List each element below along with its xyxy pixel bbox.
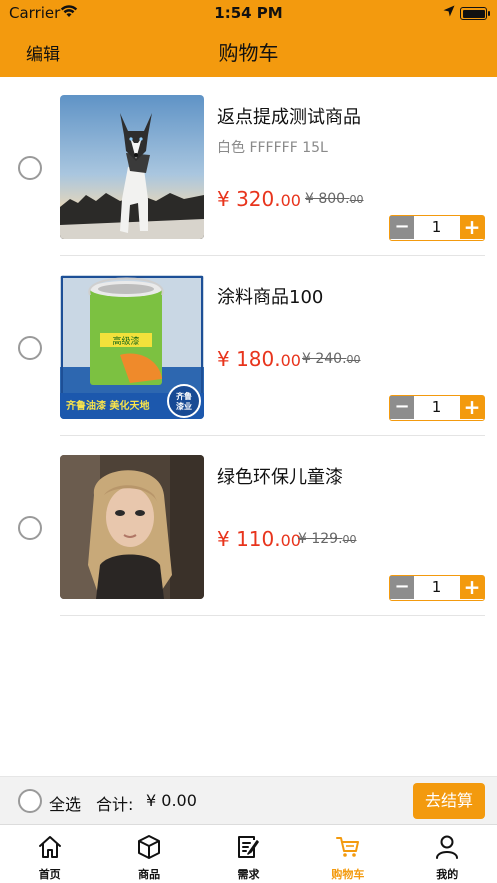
cart-item: 绿色环保儿童漆 ¥ 110.00 ¥ 129.00 − 1 + — [0, 437, 497, 617]
increase-quantity-button[interactable]: + — [460, 216, 484, 239]
product-name: 绿色环保儿童漆 — [217, 467, 343, 488]
increase-quantity-button[interactable]: + — [460, 396, 484, 419]
original-price: ¥ 129.00 — [298, 531, 357, 547]
checkout-bar: 全选 合计: ¥ 0.00 去结算 — [0, 776, 497, 824]
box-icon — [138, 835, 161, 859]
bucket-label-text: 高级漆 — [112, 335, 139, 347]
price-decimal: 00 — [280, 191, 301, 210]
tab-home[interactable]: 首页 — [0, 825, 99, 883]
tab-label: 购物车 — [331, 868, 365, 881]
original-price: ¥ 800.00 — [305, 191, 364, 207]
badge-top-text: 齐鲁 — [175, 391, 192, 401]
top-bar: Carrier 1:54 PM 编辑 购物车 — [0, 0, 497, 77]
product-spec: 白色 FFFFFF 15L — [217, 140, 328, 156]
item-divider — [60, 615, 485, 616]
product-price: ¥ 180.00 — [217, 347, 301, 371]
product-price: ¥ 110.00 — [217, 527, 301, 551]
original-price-decimal: 00 — [346, 353, 361, 366]
husky-photo — [60, 95, 204, 239]
badge-bottom-text: 漆业 — [176, 401, 192, 411]
original-price-integer: ¥ 129. — [298, 531, 343, 547]
decrease-quantity-button[interactable]: − — [390, 576, 414, 599]
price-integer: ¥ 110. — [217, 527, 281, 551]
cart-icon — [335, 837, 359, 857]
decrease-quantity-button[interactable]: − — [390, 216, 414, 239]
quantity-value[interactable]: 1 — [414, 576, 459, 599]
battery-icon — [460, 7, 490, 20]
paint-bucket-photo: 高级漆 齐鲁油漆 美化天地 齐鲁 漆业 — [60, 275, 204, 419]
quantity-stepper: − 1 + — [389, 395, 485, 421]
original-price: ¥ 240.00 — [302, 351, 361, 367]
price-integer: ¥ 180. — [217, 347, 281, 371]
tab-demand[interactable]: 需求 — [199, 825, 298, 883]
checkout-button[interactable]: 去结算 — [413, 783, 485, 819]
page-title: 购物车 — [218, 41, 279, 65]
home-icon — [38, 836, 61, 858]
product-image-husky[interactable] — [60, 95, 204, 239]
tab-label: 首页 — [38, 868, 61, 881]
quantity-value[interactable]: 1 — [414, 216, 459, 239]
quantity-value[interactable]: 1 — [414, 396, 459, 419]
item-select-radio[interactable] — [18, 156, 42, 180]
select-all-radio[interactable] — [18, 789, 42, 813]
product-price: ¥ 320.00 — [217, 187, 301, 211]
item-select-radio[interactable] — [18, 336, 42, 360]
original-price-decimal: 00 — [349, 193, 364, 206]
tab-cart[interactable]: 购物车 — [298, 825, 397, 883]
location-arrow-icon — [443, 5, 455, 17]
cart-item: 返点提成测试商品 白色 FFFFFF 15L ¥ 320.00 ¥ 800.00… — [0, 77, 497, 257]
tab-bar: 首页 商品 需求 购物车 我的 — [0, 824, 497, 883]
clock: 1:54 PM — [214, 4, 283, 22]
banner-text: 齐鲁油漆 美化天地 — [66, 399, 149, 412]
tab-label: 我的 — [436, 868, 459, 881]
user-icon — [436, 835, 459, 859]
product-name: 返点提成测试商品 — [217, 107, 361, 128]
price-decimal: 00 — [280, 351, 301, 370]
product-name: 涂料商品100 — [217, 287, 324, 308]
status-bar: Carrier 1:54 PM — [0, 0, 497, 26]
original-price-decimal: 00 — [342, 533, 357, 546]
total-label: 合计: — [96, 795, 134, 814]
item-select-radio[interactable] — [18, 516, 42, 540]
tab-label: 商品 — [138, 868, 161, 881]
product-image-portrait[interactable] — [60, 455, 204, 599]
decrease-quantity-button[interactable]: − — [390, 396, 414, 419]
price-integer: ¥ 320. — [217, 187, 281, 211]
cart-item: 高级漆 齐鲁油漆 美化天地 齐鲁 漆业 涂料商品100 ¥ 180.00 ¥ 2… — [0, 257, 497, 437]
document-edit-icon — [238, 836, 260, 858]
tab-products[interactable]: 商品 — [99, 825, 198, 883]
original-price-integer: ¥ 240. — [302, 351, 347, 367]
original-price-integer: ¥ 800. — [305, 191, 350, 207]
quantity-stepper: − 1 + — [389, 575, 485, 601]
item-divider — [60, 435, 485, 436]
increase-quantity-button[interactable]: + — [460, 576, 484, 599]
select-all-label[interactable]: 全选 — [49, 791, 81, 815]
item-divider — [60, 255, 485, 256]
tab-mine[interactable]: 我的 — [398, 825, 497, 883]
total-value: ¥ 0.00 — [146, 791, 197, 810]
shopping-cart-screen: Carrier 1:54 PM 编辑 购物车 返点提成测试商品 白色 FFFFF… — [0, 0, 497, 883]
tab-label: 需求 — [237, 868, 260, 881]
portrait-photo — [60, 455, 204, 599]
product-image-paint-bucket[interactable]: 高级漆 齐鲁油漆 美化天地 齐鲁 漆业 — [60, 275, 204, 419]
quantity-stepper: − 1 + — [389, 215, 485, 241]
